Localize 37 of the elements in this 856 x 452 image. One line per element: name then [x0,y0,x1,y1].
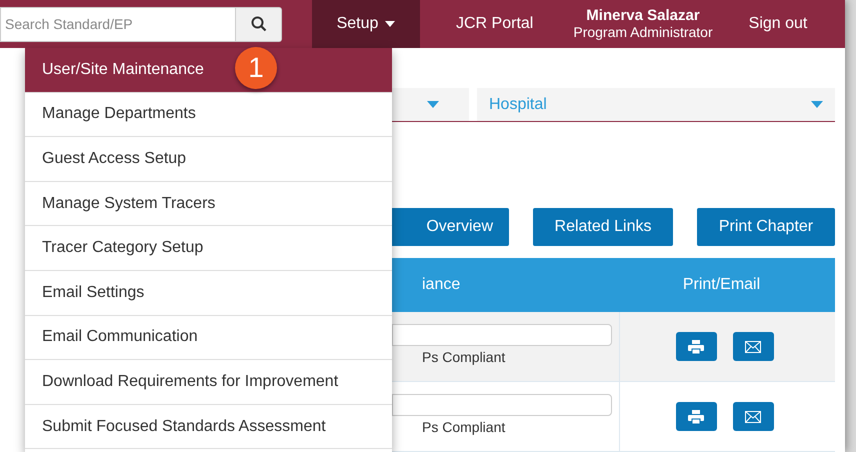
printer-icon [688,340,704,354]
menu-item[interactable]: Manage Departments [25,92,392,138]
column-header: iance [421,276,462,294]
input-field[interactable] [392,394,612,416]
compliance-status: Ps Compliant [421,349,506,365]
menu-item[interactable]: Email Settings [25,270,392,316]
action-button[interactable]: Related Links [533,208,673,246]
menu-item[interactable]: Download Requirements for Improvement [25,360,392,405]
action-button[interactable]: Print Chapter [697,208,835,246]
input-field[interactable] [392,324,612,346]
action-button[interactable]: Overview [392,208,509,246]
column-header: Print/Email [682,276,762,294]
compliance-status: Ps Compliant [421,419,506,435]
sign-out-link[interactable]: Sign out [730,0,826,48]
search-icon [250,16,266,32]
caret-icon [385,21,396,27]
search-field[interactable]: Search Standard/EP [0,6,235,42]
envelope-icon [745,340,761,352]
menu-item[interactable]: Manage System Tracers [25,182,392,226]
setup-menu-button[interactable]: Setup [312,0,420,48]
envelope-icon [745,410,761,422]
user-name: Minerva Salazar [586,7,700,24]
dropdown-field[interactable] [392,88,469,121]
email-button[interactable] [732,332,774,361]
nav-link[interactable]: JCR Portal [438,0,552,48]
menu-item[interactable]: Guest Access Setup [25,137,392,182]
caret-icon [811,101,823,108]
menu-item[interactable]: Tracer Category Setup [25,226,392,271]
search-button[interactable] [235,6,282,42]
print-button[interactable] [676,402,716,431]
user-role: Program Administrator [573,24,713,41]
menu-item[interactable]: Email Communication [25,316,392,360]
printer-icon [688,410,704,424]
email-button[interactable] [732,402,774,431]
print-button[interactable] [676,332,716,361]
menu-item[interactable]: Submit Focused Standards Assessment [25,404,392,450]
caret-icon [427,101,439,108]
